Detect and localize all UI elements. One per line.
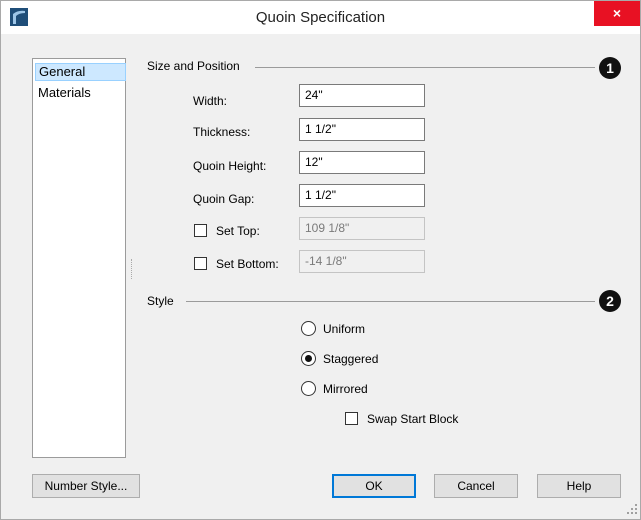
thickness-label: Thickness: xyxy=(193,125,251,139)
title-bar: Quoin Specification × xyxy=(1,1,640,34)
radio-selected-dot xyxy=(305,355,312,362)
window-title: Quoin Specification xyxy=(255,9,386,26)
close-button[interactable]: × xyxy=(594,1,640,26)
mirrored-radio[interactable] xyxy=(301,381,316,396)
uniform-radio[interactable] xyxy=(301,321,316,336)
size-position-divider xyxy=(255,67,595,68)
cancel-button[interactable]: Cancel xyxy=(434,474,518,498)
set-bottom-checkbox[interactable] xyxy=(194,257,207,270)
number-style-button[interactable]: Number Style... xyxy=(32,474,140,498)
set-top-checkbox[interactable] xyxy=(194,224,207,237)
size-position-group-title: Size and Position xyxy=(147,59,240,73)
style-group-title: Style xyxy=(147,294,174,308)
swap-start-block-checkbox[interactable] xyxy=(345,412,358,425)
width-input[interactable]: 24" xyxy=(299,84,425,107)
quoin-height-input[interactable]: 12" xyxy=(299,151,425,174)
sidebar-item-general[interactable]: General xyxy=(35,63,126,81)
category-list: General Materials xyxy=(32,58,126,458)
set-bottom-label[interactable]: Set Bottom: xyxy=(216,257,279,271)
thickness-input[interactable]: 1 1/2" xyxy=(299,118,425,141)
width-label: Width: xyxy=(193,94,228,108)
callout-badge-1: 1 xyxy=(599,57,621,79)
set-top-input: 109 1/8" xyxy=(299,217,425,240)
quoin-gap-label: Quoin Gap: xyxy=(193,192,255,206)
panel-splitter[interactable] xyxy=(131,259,134,279)
ok-button[interactable]: OK xyxy=(332,474,416,498)
uniform-label[interactable]: Uniform xyxy=(323,322,365,336)
quoin-gap-input[interactable]: 1 1/2" xyxy=(299,184,425,207)
swap-start-block-label[interactable]: Swap Start Block xyxy=(367,412,458,426)
help-button[interactable]: Help xyxy=(537,474,621,498)
staggered-label[interactable]: Staggered xyxy=(323,352,378,366)
callout-badge-2: 2 xyxy=(599,290,621,312)
staggered-radio[interactable] xyxy=(301,351,316,366)
dialog-window: Quoin Specification × General Materials … xyxy=(0,0,641,520)
resize-grip-icon[interactable] xyxy=(626,503,638,515)
set-bottom-input: -14 1/8" xyxy=(299,250,425,273)
set-top-label[interactable]: Set Top: xyxy=(216,224,260,238)
style-divider xyxy=(186,301,595,302)
quoin-height-label: Quoin Height: xyxy=(193,159,267,173)
mirrored-label[interactable]: Mirrored xyxy=(323,382,368,396)
sidebar-item-materials[interactable]: Materials xyxy=(35,84,124,102)
